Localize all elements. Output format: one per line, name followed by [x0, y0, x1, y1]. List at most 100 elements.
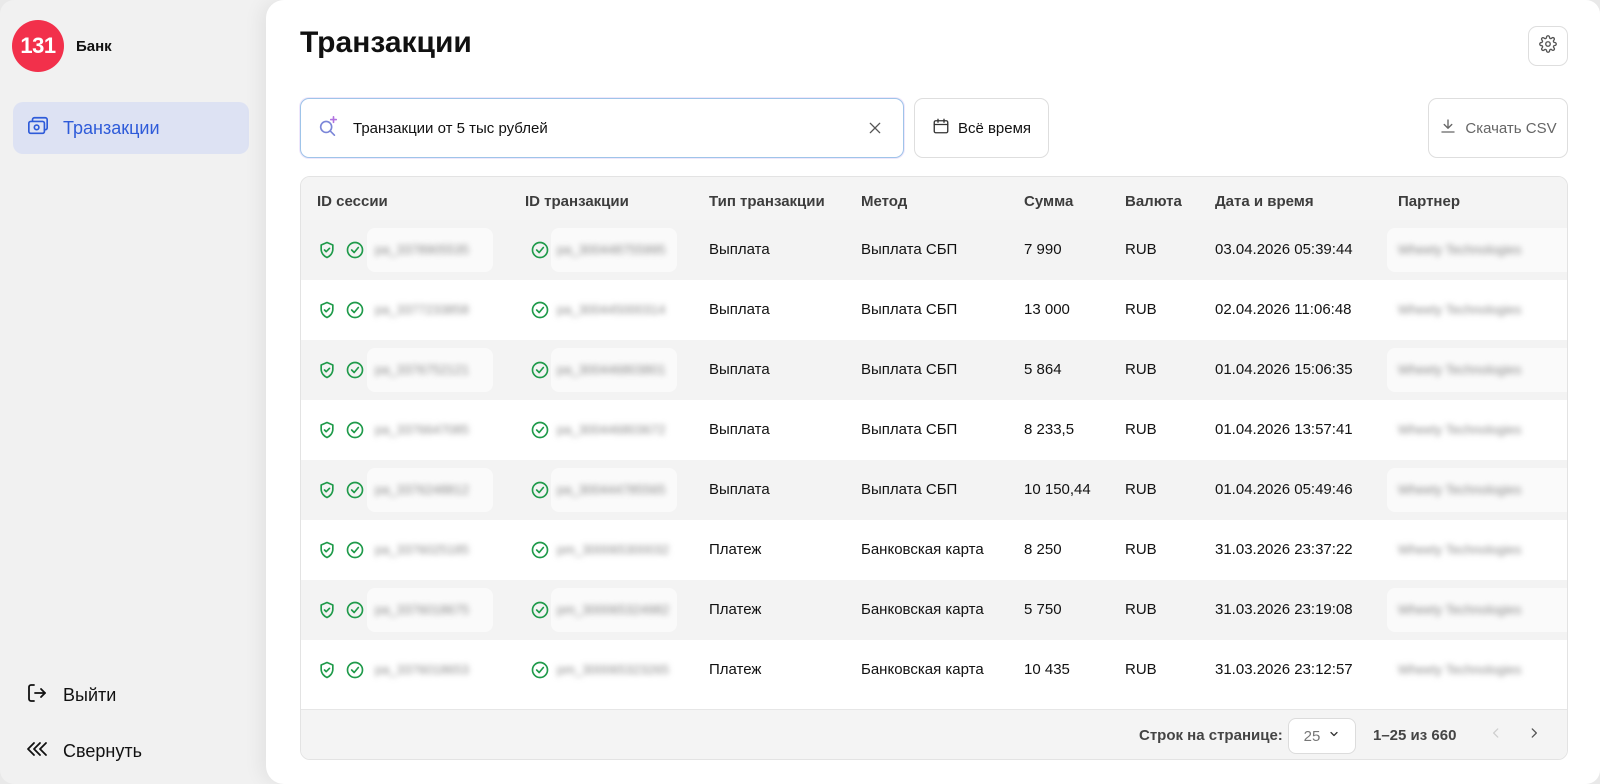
next-page-button[interactable] [1523, 724, 1545, 746]
column-header-method[interactable]: Метод [861, 193, 907, 210]
session-id[interactable]: pa_3378905535 [375, 242, 469, 257]
session-id[interactable]: pa_3376752121 [375, 362, 469, 377]
column-header-session-id[interactable]: ID сессии [317, 193, 388, 210]
partner: Wheety Technologies [1398, 362, 1522, 377]
currency: RUB [1125, 421, 1157, 438]
shield-check-icon [317, 540, 337, 560]
table-row[interactable]: pa_3376018675 pm_300065324982 Платеж Банков… [301, 580, 1567, 640]
sidebar: 131 Банк Транзакции Выйти Свернуть [0, 0, 266, 784]
column-header-datetime[interactable]: Дата и время [1215, 193, 1314, 210]
row-status-icons [317, 480, 365, 500]
check-circle-icon [345, 540, 365, 560]
payment-method: Выплата СБП [861, 361, 958, 378]
payment-method: Выплата СБП [861, 421, 958, 438]
payment-method: Выплата СБП [861, 241, 958, 258]
shield-check-icon [317, 240, 337, 260]
date-range-button[interactable]: Всё время [914, 98, 1049, 158]
payment-method: Банковская карта [861, 601, 984, 618]
partner: Wheety Technologies [1398, 482, 1522, 497]
shield-check-icon [317, 360, 337, 380]
sidebar-item-transactions[interactable]: Транзакции [13, 102, 249, 154]
transaction-id[interactable]: pa_300448755995 [557, 242, 665, 257]
currency: RUB [1125, 661, 1157, 678]
check-circle-icon [530, 360, 550, 385]
amount: 13 000 [1024, 301, 1070, 318]
row-status-icons [317, 660, 365, 680]
payment-method: Банковская карта [861, 661, 984, 678]
transactions-table: ID сессии ID транзакции Тип транзакции М… [300, 176, 1568, 760]
check-circle-icon [530, 660, 550, 685]
transaction-type: Платеж [709, 601, 762, 618]
table-row[interactable]: pa_3378905535 pa_300448755995 Выплата Выпла… [301, 220, 1567, 280]
session-id[interactable]: pa_3376248812 [375, 482, 469, 497]
app-window: 131 Банк Транзакции Выйти Свернуть Транз… [0, 0, 1600, 784]
brand-name: Банк [76, 37, 112, 55]
chevron-down-icon [1328, 727, 1340, 745]
datetime: 01.04.2026 15:06:35 [1215, 361, 1353, 378]
transaction-type: Выплата [709, 241, 770, 258]
check-circle-icon [530, 420, 550, 445]
table-row[interactable]: pa_3377233858 pa_300445000314 Выплата Выпла… [301, 280, 1567, 340]
transaction-id[interactable]: pm_300065300032 [557, 542, 669, 557]
column-header-transaction-id[interactable]: ID транзакции [525, 193, 629, 210]
check-circle-icon [345, 240, 365, 260]
row-status-icons [317, 300, 365, 320]
transaction-type: Платеж [709, 661, 762, 678]
table-row[interactable]: pa_3376647085 pa_300446803672 Выплата Выпла… [301, 400, 1567, 460]
column-header-currency[interactable]: Валюта [1125, 193, 1182, 210]
column-header-type[interactable]: Тип транзакции [709, 193, 825, 210]
logout-icon [25, 681, 49, 710]
session-id[interactable]: pa_3376647085 [375, 422, 469, 437]
search-query: Транзакции от 5 тыс рублей [353, 119, 548, 137]
transaction-id[interactable]: pm_300065323265 [557, 662, 669, 677]
shield-check-icon [317, 480, 337, 500]
calendar-icon [932, 117, 950, 140]
date-range-label: Всё время [957, 119, 1032, 137]
row-status-icons [317, 540, 365, 560]
currency: RUB [1125, 361, 1157, 378]
collapse-sidebar-button[interactable]: Свернуть [25, 737, 142, 766]
datetime: 31.03.2026 23:12:57 [1215, 661, 1353, 678]
table-row[interactable]: pa_3376018653 pm_300065323265 Платеж Банков… [301, 640, 1567, 700]
column-header-partner[interactable]: Партнер [1398, 193, 1460, 210]
double-chevron-left-icon [25, 737, 49, 766]
transaction-id[interactable]: pa_300446803672 [557, 422, 665, 437]
brand-logo[interactable]: 131 Банк [12, 20, 112, 72]
session-id[interactable]: pa_3376018653 [375, 662, 469, 677]
logout-button[interactable]: Выйти [25, 681, 116, 710]
session-id[interactable]: pa_3376025185 [375, 542, 469, 557]
partner: Wheety Technologies [1398, 602, 1522, 617]
settings-button[interactable] [1528, 26, 1568, 66]
download-csv-label: Скачать CSV [1465, 119, 1557, 137]
previous-page-button[interactable] [1485, 724, 1507, 746]
payment-method: Выплата СБП [861, 481, 958, 498]
rows-per-page-label: Строк на странице: [1139, 727, 1283, 744]
rows-per-page-select[interactable]: 25 [1288, 718, 1356, 754]
transaction-id[interactable]: pm_300065324982 [557, 602, 669, 617]
payment-method: Выплата СБП [861, 301, 958, 318]
download-csv-button[interactable]: Скачать CSV [1428, 98, 1568, 158]
currency: RUB [1125, 301, 1157, 318]
table-row[interactable]: pa_3376752121 pa_300446803801 Выплата Выпла… [301, 340, 1567, 400]
check-circle-icon [530, 540, 550, 565]
row-status-icons [317, 360, 365, 380]
search-input[interactable]: Транзакции от 5 тыс рублей [300, 98, 904, 158]
check-circle-icon [345, 480, 365, 500]
partner: Wheety Technologies [1398, 302, 1522, 317]
transaction-id[interactable]: pa_300445000314 [557, 302, 665, 317]
table-row[interactable]: pa_3376248812 pa_300444785565 Выплата Выпла… [301, 460, 1567, 520]
shield-check-icon [317, 420, 337, 440]
transaction-id[interactable]: pa_300446803801 [557, 362, 665, 377]
shield-check-icon [317, 600, 337, 620]
currency: RUB [1125, 241, 1157, 258]
session-id[interactable]: pa_3377233858 [375, 302, 469, 317]
logo-badge: 131 [12, 20, 64, 72]
transaction-id[interactable]: pa_300444785565 [557, 482, 665, 497]
column-header-amount[interactable]: Сумма [1024, 193, 1073, 210]
amount: 5 864 [1024, 361, 1062, 378]
row-status-icons [317, 240, 365, 260]
clear-search-button[interactable] [863, 116, 887, 140]
transaction-type: Выплата [709, 481, 770, 498]
table-row[interactable]: pa_3376025185 pm_300065300032 Платеж Банков… [301, 520, 1567, 580]
session-id[interactable]: pa_3376018675 [375, 602, 469, 617]
